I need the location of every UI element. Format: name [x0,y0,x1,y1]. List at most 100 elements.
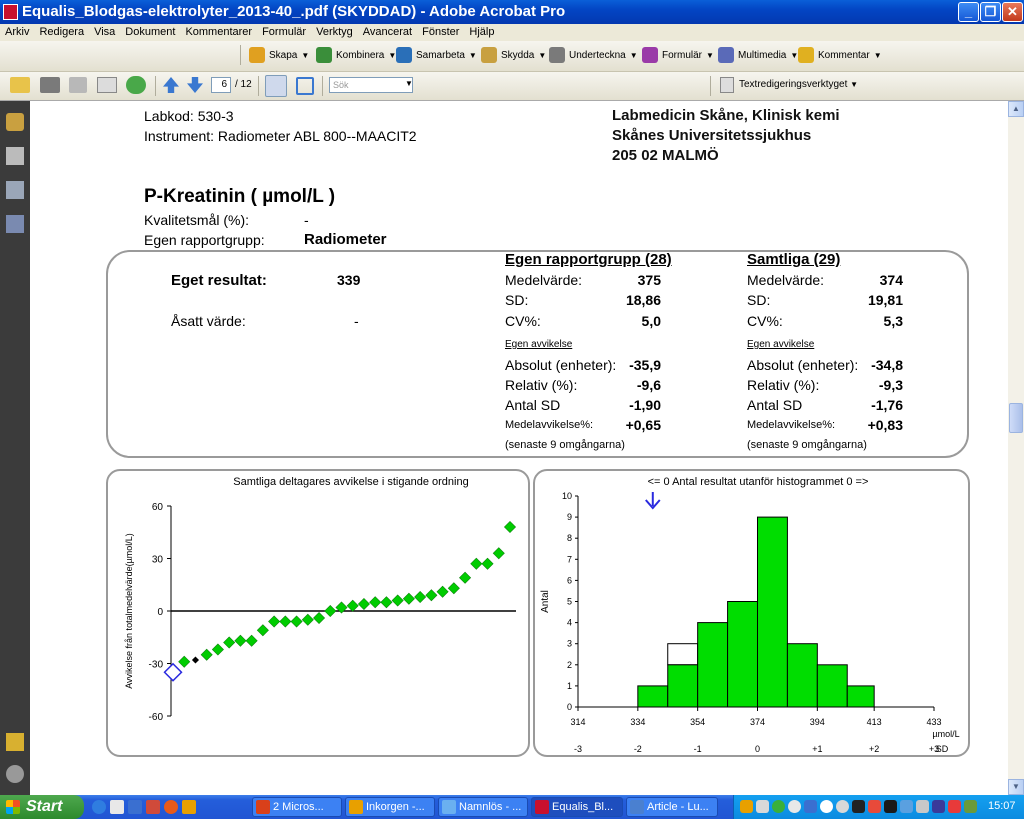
multimedia-button[interactable]: Multimedia ▼ [718,47,798,63]
taskbar-item-outlook[interactable]: Inkorgen -... [345,797,435,817]
quicklaunch-icon[interactable] [164,800,178,814]
histogram-title: <= 0 Antal resultat utanför histogrammet… [648,476,869,488]
tray-icon[interactable] [836,800,849,813]
collaborate-icon [396,47,412,63]
protect-button[interactable]: Skydda ▼ [481,47,546,63]
taskbar-item-acrobat[interactable]: Equalis_Bl... [531,797,623,817]
taskbar-item-powerpoint[interactable]: 2 Micros... [252,797,342,817]
tray-icon[interactable] [740,800,753,813]
scroll-up-icon[interactable]: ▲ [1008,101,1024,117]
desktop-icon[interactable] [110,800,124,814]
start-button[interactable]: Start [0,795,84,819]
scatter-point [279,615,292,628]
sign-button[interactable]: Underteckna ▼ [549,47,638,63]
tray-icon[interactable] [756,800,769,813]
tray-icon[interactable] [788,800,801,813]
tray-icon[interactable] [916,800,929,813]
pages-icon[interactable] [6,147,24,165]
menu-verktyg[interactable]: Verktyg [311,24,358,40]
scatter-point [503,520,517,534]
comment-icon [798,47,814,63]
browser-icon [630,800,644,814]
histogram-y-axis-label: Antal [540,590,551,613]
forms-button[interactable]: Formulär ▼ [642,47,714,63]
scatter-point [324,604,337,618]
menu-kommentarer[interactable]: Kommentarer [180,24,257,40]
form-icon [642,47,658,63]
histogram-x-tick-label: 433 [926,717,941,727]
minimize-button[interactable]: _ [958,2,979,22]
menu-fonster[interactable]: Fönster [417,24,464,40]
single-page-view-icon[interactable] [265,75,287,97]
create-button[interactable]: Skapa ▼ [249,47,309,63]
security-lock-icon[interactable] [6,113,24,131]
taskbar-item-browser[interactable]: Article - Lu... [626,797,718,817]
menu-avancerat[interactable]: Avancerat [358,24,417,40]
save-icon[interactable] [69,77,87,93]
system-tray: 15:07 [733,795,1024,819]
search-input[interactable]: Sök [329,77,413,93]
tray-icon[interactable] [948,800,961,813]
collaborate-button[interactable]: Samarbeta ▼ [396,47,477,63]
menu-redigera[interactable]: Redigera [34,24,89,40]
restore-button[interactable]: ❐ [980,2,1001,22]
vertical-scrollbar[interactable]: ▲ ▼ [1008,101,1024,795]
caret-down-icon: ▼ [629,50,638,60]
combine-button[interactable]: Kombinera ▼ [316,47,396,63]
scatter-point [402,592,415,605]
histogram-y-tick-label: 1 [567,681,572,691]
tray-icon[interactable] [932,800,945,813]
previous-page-icon[interactable] [163,77,179,93]
scatter-point [391,594,404,607]
tray-icon[interactable] [868,800,881,813]
tray-icon[interactable] [852,800,865,813]
tray-icon[interactable] [900,800,913,813]
comments-icon[interactable] [6,733,24,751]
tray-icon[interactable] [964,800,977,813]
scatter-point [268,615,281,628]
close-button[interactable]: ✕ [1002,2,1023,22]
quicklaunch-icon[interactable] [182,800,196,814]
menu-arkiv[interactable]: Arkiv [0,24,34,40]
tray-icon[interactable] [884,800,897,813]
page-number-input[interactable]: 6 [211,77,231,93]
signatures-icon[interactable] [6,215,24,233]
windows-flag-icon [6,800,20,814]
next-page-icon[interactable] [187,77,203,93]
tray-icon[interactable] [804,800,817,813]
scatter-point [492,547,505,560]
fit-page-icon[interactable] [296,77,314,95]
menu-visa[interactable]: Visa [89,24,120,40]
scroll-thumb[interactable] [1009,403,1023,433]
clock: 15:07 [988,800,1016,812]
ie-icon[interactable] [92,800,106,814]
print-icon[interactable] [40,77,60,93]
bookmarks-icon[interactable] [6,181,24,199]
menu-hjalp[interactable]: Hjälp [464,24,499,40]
histogram-y-tick-label: 2 [567,660,572,670]
tray-icon[interactable] [820,800,833,813]
menu-formular[interactable]: Formulär [257,24,311,40]
share-icon[interactable] [126,76,146,94]
scatter-point [380,596,393,609]
quicklaunch-icon[interactable] [128,800,142,814]
scatter-y-tick-label: -60 [149,712,164,723]
histogram-x-tick-label: 334 [630,717,645,727]
scatter-y-tick-label: -30 [149,660,164,671]
menu-dokument[interactable]: Dokument [120,24,180,40]
search-dropdown-icon[interactable]: ▼ [405,79,413,88]
own-result-point [163,662,183,682]
attachments-icon[interactable] [6,765,24,783]
scatter-y-axis-label: Avvikelse från totalmedelvärde(µmol/L) [124,533,134,689]
open-folder-icon[interactable] [10,77,30,93]
navigation-toolbar: 6 / 12 Sök ▼ Textredigeringsverktyget ▼ [0,72,1024,101]
email-icon[interactable] [97,77,117,93]
tray-icon[interactable] [772,800,785,813]
comment-button[interactable]: Kommentar ▼ [798,47,882,63]
quicklaunch-icon[interactable] [146,800,160,814]
scroll-down-icon[interactable]: ▼ [1008,779,1024,795]
text-edit-tools-button[interactable]: Textredigeringsverktyget ▼ [739,79,858,90]
scatter-point [200,648,213,661]
taskbar-item-paint[interactable]: Namnlös - ... [438,797,528,817]
scatter-point [436,585,449,598]
